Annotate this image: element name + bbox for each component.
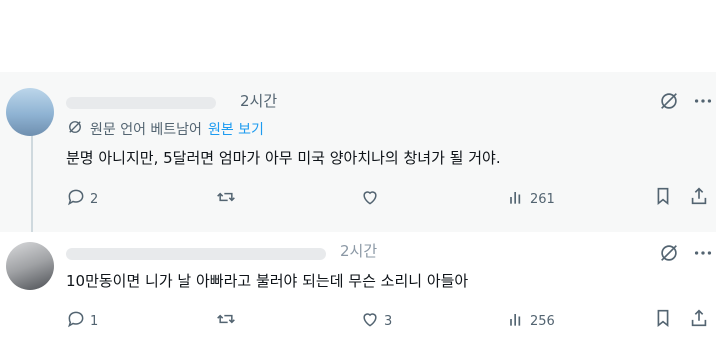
like-count: 3 xyxy=(384,313,393,329)
user-name-redacted[interactable] xyxy=(66,97,216,109)
reply-icon xyxy=(66,187,86,211)
repost-button[interactable] xyxy=(216,309,236,333)
top-blank-area xyxy=(0,0,716,72)
view-original-link[interactable]: 원본 보기 xyxy=(208,119,264,139)
translate-icon xyxy=(66,118,84,140)
views-button[interactable]: 256 xyxy=(506,309,555,333)
share-icon xyxy=(688,307,710,333)
views-button[interactable]: 261 xyxy=(506,187,555,211)
translation-notice: 원문 언어 베트남어 원본 보기 xyxy=(66,118,264,140)
grok-icon[interactable] xyxy=(656,88,682,114)
thread-line xyxy=(31,134,33,234)
tweet-text: 분명 아니지만, 5달러면 엄마가 아무 미국 양아치나의 창녀가 될 거야. xyxy=(66,149,501,167)
share-button[interactable] xyxy=(686,307,712,333)
reply-button[interactable]: 2 xyxy=(66,187,98,211)
avatar[interactable] xyxy=(6,242,54,290)
grok-icon[interactable] xyxy=(656,240,682,266)
tweet-text: 10만동이면 니가 날 아빠라고 불러야 되는데 무슨 소리니 아들아 xyxy=(66,272,469,290)
bookmark-button[interactable] xyxy=(650,185,676,211)
reply-count: 2 xyxy=(90,191,99,207)
translate-source-label: 원문 언어 베트남어 xyxy=(90,122,202,138)
views-icon xyxy=(506,187,526,211)
user-name-redacted[interactable] xyxy=(66,248,326,260)
heart-icon xyxy=(360,309,380,333)
views-icon xyxy=(506,309,526,333)
more-icon[interactable] xyxy=(690,240,716,266)
views-count: 256 xyxy=(530,313,555,329)
reply-icon xyxy=(66,309,86,333)
tweet-time[interactable]: 2시간 xyxy=(340,240,377,261)
repost-button[interactable] xyxy=(216,187,236,211)
bookmark-button[interactable] xyxy=(650,307,676,333)
like-button[interactable]: 3 xyxy=(360,309,392,333)
share-icon xyxy=(688,185,710,211)
views-count: 261 xyxy=(530,191,555,207)
repost-icon xyxy=(216,187,236,211)
bookmark-icon xyxy=(652,185,674,211)
reply-button[interactable]: 1 xyxy=(66,309,98,333)
avatar[interactable] xyxy=(6,88,54,136)
more-icon[interactable] xyxy=(690,88,716,114)
repost-icon xyxy=(216,309,236,333)
tweet-time[interactable]: 2시간 xyxy=(240,90,277,111)
reply-count: 1 xyxy=(90,313,99,329)
heart-icon xyxy=(360,187,380,211)
like-button[interactable] xyxy=(360,187,380,211)
bookmark-icon xyxy=(652,307,674,333)
share-button[interactable] xyxy=(686,185,712,211)
